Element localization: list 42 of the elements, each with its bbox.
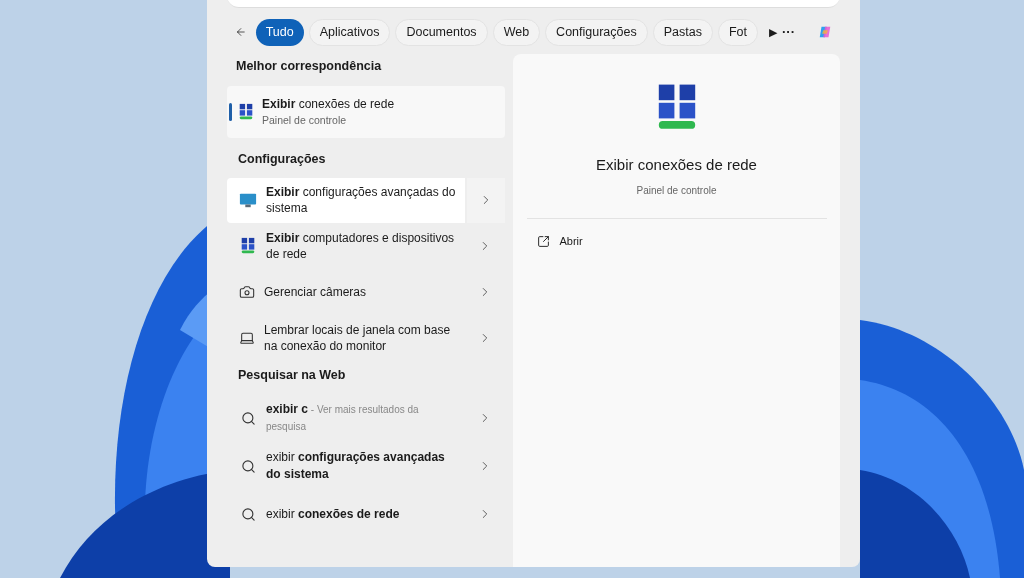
result-title: Exibir configurações avançadas do sistema — [266, 184, 456, 216]
filter-tab[interactable]: Fot — [717, 18, 758, 46]
section-heading: Melhor correspondência — [235, 58, 383, 75]
result-subtitle: Painel de controle — [262, 112, 348, 128]
network-computers-icon — [239, 237, 257, 255]
section-heading: Configurações — [237, 150, 327, 168]
settings-result[interactable]: Exibir configurações avançadas do sistema — [227, 177, 505, 223]
search-icon — [241, 506, 256, 522]
result-title: Exibir conexões de rede — [262, 95, 395, 113]
camera-icon — [239, 284, 255, 300]
web-search-result[interactable]: exibir conexões de rede — [227, 490, 505, 539]
result-title: exibir c - Ver mais resultados da pesquisa — [266, 401, 420, 435]
monitor-icon — [239, 191, 257, 209]
web-search-result[interactable]: exibir configurações avançadas do sistema — [227, 442, 505, 491]
web-search-result[interactable]: exibir c - Ver mais resultados da pesquisa — [227, 394, 505, 443]
settings-result[interactable]: Lembrar locais de janela com base na conexão do monitor — [227, 315, 505, 361]
filter-tab[interactable]: Web — [492, 18, 541, 46]
open-action[interactable]: Abrir — [526, 228, 593, 255]
search-icon — [241, 458, 256, 474]
filter-tab[interactable]: Aplicativos — [308, 18, 391, 46]
more-options-button[interactable]: ··· — [782, 22, 795, 42]
filter-tab[interactable]: Tudo — [255, 18, 304, 46]
network-computers-icon — [237, 102, 255, 121]
filter-tab[interactable]: Configurações — [545, 18, 648, 46]
result-title: Exibir computadores e dispositivos de rede — [266, 230, 456, 262]
section-heading: Pesquisar na Web — [237, 366, 347, 384]
preview-subtitle: Painel de controle — [636, 183, 717, 198]
preview-title: Exibir conexões de rede — [596, 155, 757, 175]
filter-tab[interactable]: Pastas — [652, 18, 713, 46]
result-title: Gerenciar câmeras — [264, 284, 368, 300]
result-title: Lembrar locais de janela com base na conexão do monitor — [264, 322, 452, 354]
open-external-icon — [536, 235, 550, 248]
best-match-result[interactable]: Exibir conexões de rede Painel de controle — [227, 85, 505, 138]
result-title: exibir conexões de rede — [266, 505, 401, 523]
more-filters-button[interactable]: ▶ — [769, 23, 777, 41]
result-title: exibir configurações avançadas do sistema — [266, 449, 446, 484]
laptop-icon — [239, 330, 255, 346]
search-icon — [241, 410, 256, 426]
selection-indicator — [229, 102, 232, 121]
settings-result[interactable]: Gerenciar câmeras — [227, 269, 505, 315]
settings-result[interactable]: Exibir computadores e dispositivos de rede — [227, 223, 505, 269]
filter-tab[interactable]: Documentos — [395, 18, 488, 46]
